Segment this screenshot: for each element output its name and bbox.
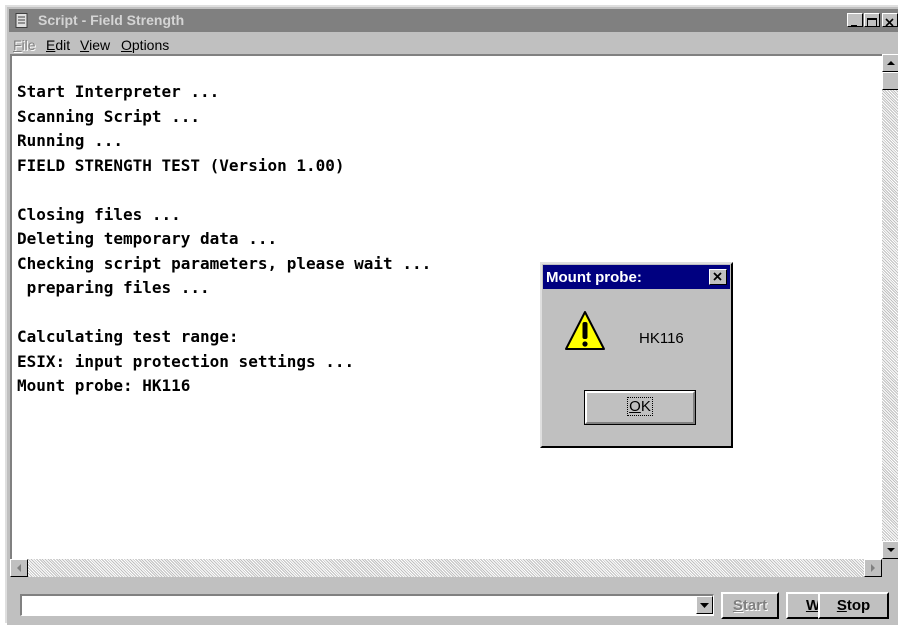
close-icon xyxy=(885,18,894,27)
combo-dropdown-button[interactable] xyxy=(696,596,713,614)
maximize-button[interactable] xyxy=(864,13,880,27)
dialog-title: Mount probe: xyxy=(546,269,642,286)
scroll-down-button[interactable] xyxy=(882,541,898,559)
vertical-scrollbar[interactable] xyxy=(882,54,898,559)
menu-view[interactable]: View xyxy=(80,37,110,53)
script-combo-box[interactable] xyxy=(20,594,714,616)
console-line: Calculating test range: xyxy=(17,327,239,346)
bottom-toolbar: Start Wait xyxy=(7,577,898,625)
script-output-area[interactable]: Start Interpreter ... Scanning Script ...… xyxy=(10,54,882,559)
mount-probe-dialog: Mount probe: HK116 OK xyxy=(540,262,733,448)
scroll-up-button[interactable] xyxy=(882,54,898,72)
chevron-down-icon xyxy=(700,603,709,608)
console-line: ESIX: input protection settings ... xyxy=(17,351,355,371)
ok-button[interactable]: OK xyxy=(584,390,696,425)
console-line: Mount probe: HK116 xyxy=(17,376,191,395)
horizontal-scrollbar[interactable] xyxy=(10,559,882,577)
arrow-right-icon xyxy=(871,564,875,572)
warning-icon xyxy=(565,311,605,350)
console-line: Start Interpreter ... xyxy=(17,82,220,101)
minimize-icon xyxy=(851,25,857,27)
dialog-message: HK116 xyxy=(639,330,684,347)
scroll-thumb[interactable] xyxy=(882,72,898,90)
scroll-right-button[interactable] xyxy=(864,559,882,577)
document-icon xyxy=(15,13,28,28)
arrow-down-icon xyxy=(887,548,895,552)
scroll-left-button[interactable] xyxy=(10,559,28,577)
menu-options[interactable]: Options xyxy=(121,37,169,53)
dialog-title-bar[interactable]: Mount probe: xyxy=(543,265,730,289)
console-line: Deleting temporary data ... xyxy=(17,229,278,248)
console-line: Closing files ... xyxy=(17,204,181,224)
console-line: Scanning Script ... xyxy=(17,106,201,126)
console-line: Checking script parameters, please wait … xyxy=(17,253,432,273)
arrow-up-icon xyxy=(887,61,895,65)
close-icon xyxy=(713,272,722,281)
menu-bar: File Edit View Options xyxy=(9,34,898,54)
menu-edit[interactable]: Edit xyxy=(46,37,70,53)
console-line: FIELD STRENGTH TEST (Version 1.00) xyxy=(17,155,345,175)
minimize-button[interactable] xyxy=(847,13,863,27)
start-button[interactable]: Start xyxy=(721,592,779,619)
arrow-left-icon xyxy=(17,564,21,572)
scrollbar-corner xyxy=(882,559,898,577)
window-title: Script - Field Strength xyxy=(38,12,185,28)
console-line: Running ... xyxy=(17,131,123,150)
script-output-text: Start Interpreter ... Scanning Script ...… xyxy=(17,80,431,399)
main-window: Script - Field Strength File Edit View O… xyxy=(5,5,898,625)
title-bar[interactable]: Script - Field Strength xyxy=(9,9,898,32)
dialog-close-button[interactable] xyxy=(709,269,727,285)
console-line: preparing files ... xyxy=(17,278,210,297)
maximize-icon xyxy=(867,18,877,27)
stop-button[interactable]: Stop xyxy=(818,592,889,619)
menu-file[interactable]: File xyxy=(13,37,36,53)
close-button[interactable] xyxy=(882,13,898,27)
